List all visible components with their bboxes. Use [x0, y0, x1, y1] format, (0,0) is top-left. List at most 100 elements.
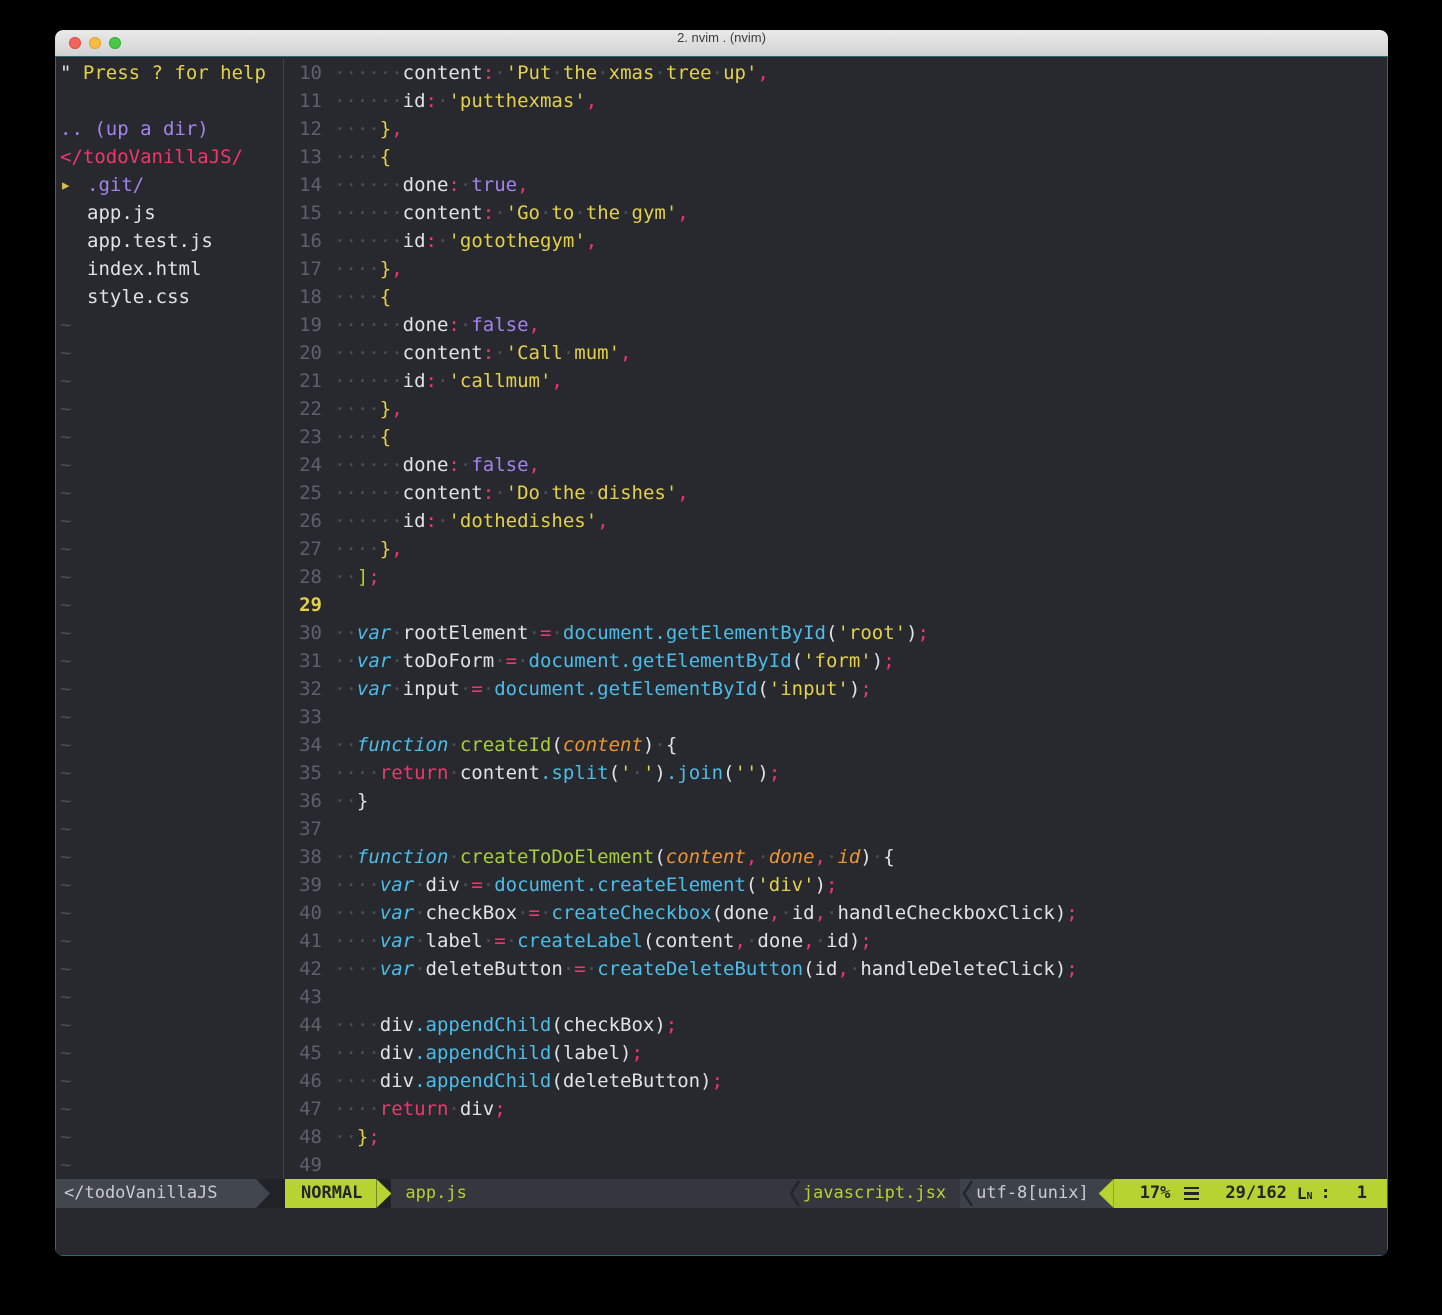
code-line[interactable]: 35····return·content.split('·').join('')…	[284, 759, 1387, 787]
empty-line-tilde: ~	[56, 563, 283, 591]
code-line[interactable]: 40····var·checkBox·=·createCheckbox(done…	[284, 899, 1387, 927]
line-number: 45	[284, 1039, 334, 1067]
code-text: ··};	[334, 1123, 1387, 1151]
code-line[interactable]: 37	[284, 815, 1387, 843]
code-line[interactable]: 22····},	[284, 395, 1387, 423]
empty-line-tilde: ~	[56, 1123, 283, 1151]
code-line[interactable]: 43	[284, 983, 1387, 1011]
code-line[interactable]: 28··];	[284, 563, 1387, 591]
sidebar-row-dir[interactable]: ▸.git/	[56, 171, 283, 199]
empty-line-tilde: ~	[56, 927, 283, 955]
line-number: 19	[284, 311, 334, 339]
code-line[interactable]: 36··}	[284, 787, 1387, 815]
powerline-separator-icon	[256, 1179, 270, 1208]
line-number: 49	[284, 1151, 334, 1179]
code-line[interactable]: 45····div.appendChild(label);	[284, 1039, 1387, 1067]
empty-line-tilde: ~	[56, 395, 283, 423]
empty-line-tilde: ~	[56, 759, 283, 787]
line-number: 38	[284, 843, 334, 871]
line-number: 27	[284, 535, 334, 563]
code-text: ··];	[334, 563, 1387, 591]
line-number: 22	[284, 395, 334, 423]
cursor-column: 1	[1357, 1179, 1367, 1208]
code-line[interactable]: 42····var·deleteButton·=·createDeleteBut…	[284, 955, 1387, 983]
code-line[interactable]: 47····return·div;	[284, 1095, 1387, 1123]
code-line[interactable]: 32··var·input·=·document.getElementById(…	[284, 675, 1387, 703]
code-line[interactable]: 26······id:·'dothedishes',	[284, 507, 1387, 535]
empty-line-tilde: ~	[56, 955, 283, 983]
code-line[interactable]: 49	[284, 1151, 1387, 1179]
code-line[interactable]: 15······content:·'Go·to·the·gym',	[284, 199, 1387, 227]
code-line[interactable]: 41····var·label·=·createLabel(content,·d…	[284, 927, 1387, 955]
nerdtree-sidebar[interactable]: " Press ? for help.. (up a dir)</todoVan…	[56, 59, 284, 1179]
mode-indicator: NORMAL	[285, 1179, 376, 1208]
code-line[interactable]: 33	[284, 703, 1387, 731]
code-text: ··var·toDoForm·=·document.getElementById…	[334, 647, 1387, 675]
code-line[interactable]: 10······content:·'Put·the·xmas·tree·up',	[284, 59, 1387, 87]
sidebar-row-file[interactable]: app.test.js	[56, 227, 283, 255]
code-line[interactable]: 39····var·div·=·document.createElement('…	[284, 871, 1387, 899]
line-number: 10	[284, 59, 334, 87]
empty-line-tilde: ~	[56, 451, 283, 479]
code-line[interactable]: 46····div.appendChild(deleteButton);	[284, 1067, 1387, 1095]
scroll-percent: 17%	[1140, 1179, 1171, 1208]
code-line[interactable]: 21······id:·'callmum',	[284, 367, 1387, 395]
code-line[interactable]: 38··function·createToDoElement(content,·…	[284, 843, 1387, 871]
cursor-position: 29/162	[1225, 1179, 1286, 1208]
titlebar[interactable]: 2. nvim . (nvim)	[55, 30, 1388, 56]
code-line[interactable]: 24······done:·false,	[284, 451, 1387, 479]
empty-line-tilde: ~	[56, 507, 283, 535]
code-text	[334, 703, 1387, 731]
empty-line-tilde: ~	[56, 311, 283, 339]
code-text: ····var·deleteButton·=·createDeleteButto…	[334, 955, 1387, 983]
sidebar-row-file[interactable]: style.css	[56, 283, 283, 311]
code-line[interactable]: 16······id:·'gotothegym',	[284, 227, 1387, 255]
line-number: 24	[284, 451, 334, 479]
empty-line-tilde: ~	[56, 619, 283, 647]
line-number: 48	[284, 1123, 334, 1151]
code-text: ····div.appendChild(deleteButton);	[334, 1067, 1387, 1095]
empty-line-tilde: ~	[56, 731, 283, 759]
code-line[interactable]: 31··var·toDoForm·=·document.getElementBy…	[284, 647, 1387, 675]
code-text: ····},	[334, 535, 1387, 563]
code-editor[interactable]: 10······content:·'Put·the·xmas·tree·up',…	[284, 59, 1387, 1179]
command-line[interactable]	[56, 1208, 1387, 1255]
code-text: ····var·label·=·createLabel(content,·don…	[334, 927, 1387, 955]
code-line[interactable]: 13····{	[284, 143, 1387, 171]
sidebar-row-updir[interactable]: .. (up a dir)	[56, 115, 283, 143]
line-number: 39	[284, 871, 334, 899]
code-line[interactable]: 34··function·createId(content)·{	[284, 731, 1387, 759]
code-line[interactable]: 19······done:·false,	[284, 311, 1387, 339]
code-text: ····return·content.split('·').join('');	[334, 759, 1387, 787]
terminal-window: 2. nvim . (nvim) " Press ? for help.. (u…	[55, 30, 1388, 1256]
line-number: 42	[284, 955, 334, 983]
code-line[interactable]: 12····},	[284, 115, 1387, 143]
code-line[interactable]: 20······content:·'Call·mum',	[284, 339, 1387, 367]
line-number: 13	[284, 143, 334, 171]
nvim-main: " Press ? for help.. (up a dir)</todoVan…	[56, 57, 1387, 1179]
code-line[interactable]: 17····},	[284, 255, 1387, 283]
code-line[interactable]: 25······content:·'Do·the·dishes',	[284, 479, 1387, 507]
code-line[interactable]: 29	[284, 591, 1387, 619]
empty-line-tilde: ~	[56, 1067, 283, 1095]
code-text: ··var·rootElement·=·document.getElementB…	[334, 619, 1387, 647]
code-line[interactable]: 18····{	[284, 283, 1387, 311]
line-number: 30	[284, 619, 334, 647]
sidebar-row-file[interactable]: index.html	[56, 255, 283, 283]
empty-line-tilde: ~	[56, 815, 283, 843]
empty-line-tilde: ~	[56, 479, 283, 507]
line-number: 34	[284, 731, 334, 759]
terminal-content: " Press ? for help.. (up a dir)</todoVan…	[55, 56, 1388, 1256]
code-line[interactable]: 27····},	[284, 535, 1387, 563]
folder-collapsed-arrow-icon[interactable]: ▸	[60, 171, 87, 199]
code-line[interactable]: 30··var·rootElement·=·document.getElemen…	[284, 619, 1387, 647]
code-text: ······id:·'callmum',	[334, 367, 1387, 395]
code-text: ··var·input·=·document.getElementById('i…	[334, 675, 1387, 703]
code-line[interactable]: 14······done:·true,	[284, 171, 1387, 199]
code-line[interactable]: 44····div.appendChild(checkBox);	[284, 1011, 1387, 1039]
code-line[interactable]: 23····{	[284, 423, 1387, 451]
code-line[interactable]: 11······id:·'putthexmas',	[284, 87, 1387, 115]
code-line[interactable]: 48··};	[284, 1123, 1387, 1151]
sidebar-row-file[interactable]: app.js	[56, 199, 283, 227]
powerline-separator-icon	[376, 1179, 391, 1208]
